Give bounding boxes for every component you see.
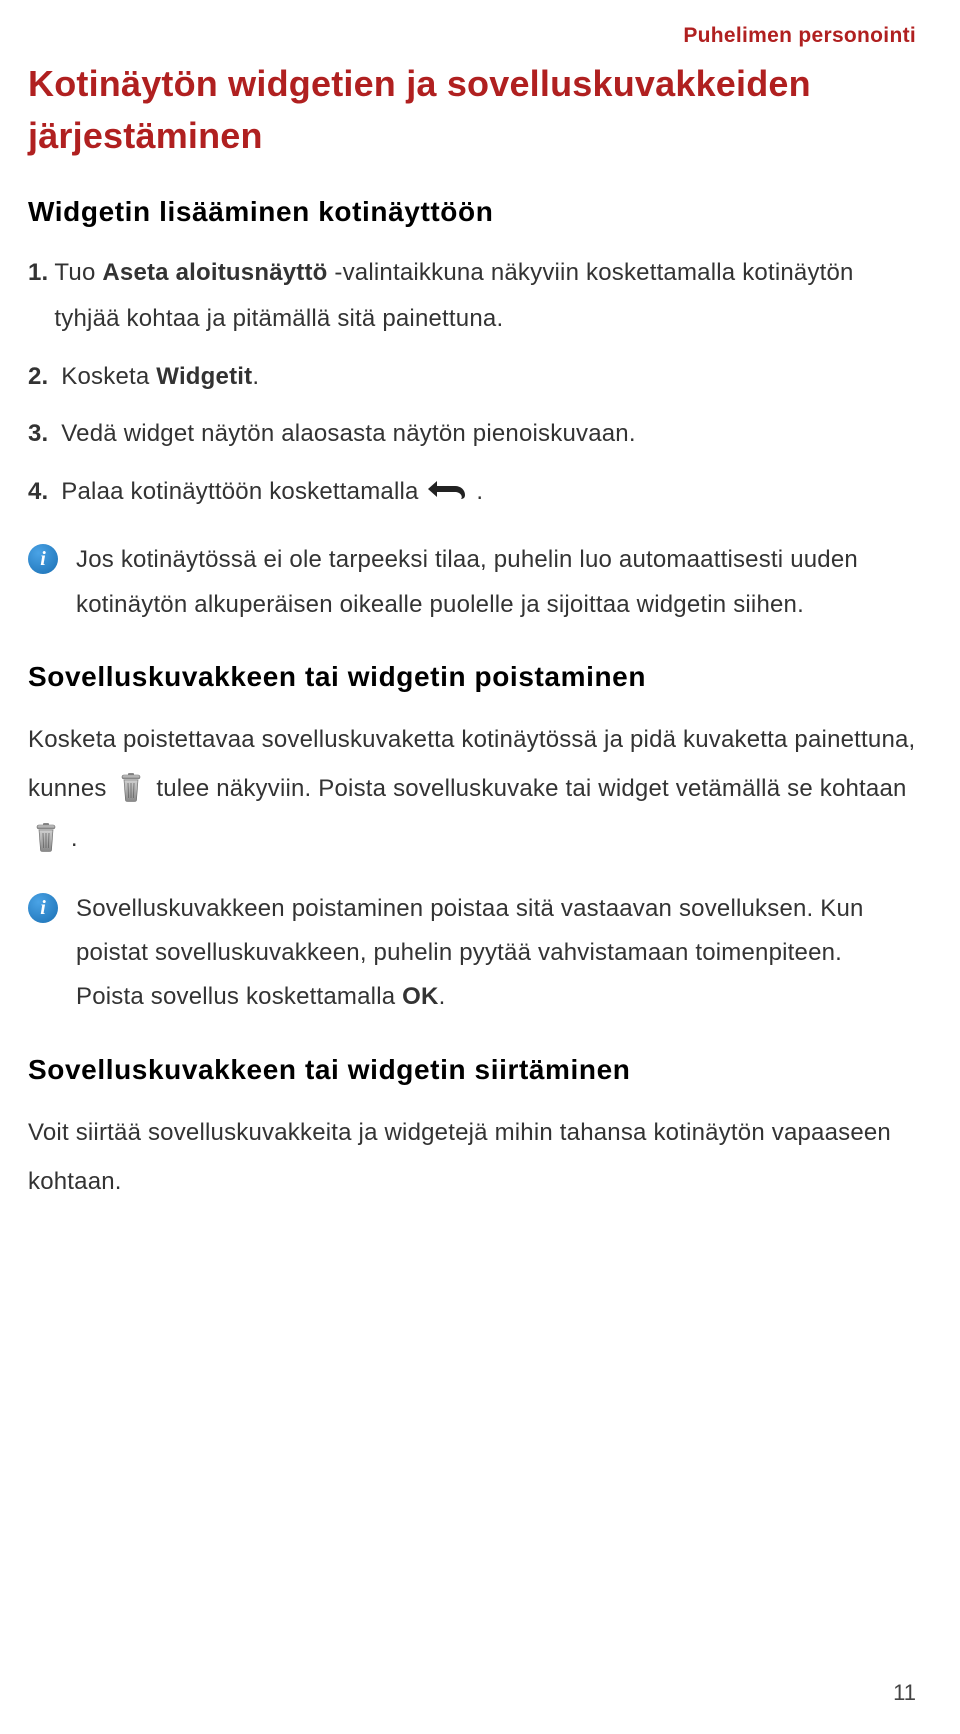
list-number: 1. bbox=[28, 250, 48, 341]
text: . bbox=[439, 983, 446, 1010]
page-title: Kotinäytön widgetien ja sovelluskuvakkei… bbox=[28, 58, 916, 162]
text: Kosketa bbox=[61, 363, 156, 390]
bold-text: Widgetit bbox=[156, 363, 252, 390]
info-icon: i bbox=[28, 893, 58, 923]
info-text: Sovelluskuvakkeen poistaminen poistaa si… bbox=[76, 887, 916, 1020]
list-item: 3. Vedä widget näytön alaosasta näytön p… bbox=[28, 411, 916, 457]
trash-icon bbox=[119, 772, 143, 802]
info-icon: i bbox=[28, 544, 58, 574]
text: Palaa kotinäyttöön koskettamalla bbox=[61, 478, 425, 505]
page: Puhelimen personointi Kotinäytön widgeti… bbox=[0, 0, 960, 1734]
page-number: 11 bbox=[893, 1680, 916, 1706]
text: . bbox=[476, 478, 483, 505]
section-heading-remove: Sovelluskuvakkeen tai widgetin poistamin… bbox=[28, 661, 916, 693]
bold-text: OK bbox=[402, 983, 438, 1010]
text: . bbox=[71, 825, 78, 852]
header-section-label: Puhelimen personointi bbox=[28, 24, 916, 48]
paragraph: Voit siirtää sovelluskuvakkeita ja widge… bbox=[28, 1108, 916, 1206]
ordered-list: 1. Tuo Aseta aloitusnäyttö -valintaikkun… bbox=[28, 250, 916, 514]
info-note: i Sovelluskuvakkeen poistaminen poistaa … bbox=[28, 887, 916, 1020]
text: tulee näkyviin. Poista sovelluskuvake ta… bbox=[156, 775, 906, 802]
paragraph: Kosketa poistettavaa sovelluskuvaketta k… bbox=[28, 715, 916, 863]
info-text: Jos kotinäytössä ei ole tarpeeksi tilaa,… bbox=[76, 538, 916, 627]
text: . bbox=[252, 363, 259, 390]
section-heading-add-widget: Widgetin lisääminen kotinäyttöön bbox=[28, 196, 916, 228]
section-heading-move: Sovelluskuvakkeen tai widgetin siirtämin… bbox=[28, 1054, 916, 1086]
list-item: 2. Kosketa Widgetit. bbox=[28, 354, 916, 400]
list-item: 1. Tuo Aseta aloitusnäyttö -valintaikkun… bbox=[28, 250, 916, 341]
list-text: Tuo Aseta aloitusnäyttö -valintaikkuna n… bbox=[54, 250, 916, 341]
text: Sovelluskuvakkeen poistaminen poistaa si… bbox=[76, 895, 864, 1011]
list-number: 4. bbox=[28, 478, 48, 505]
text: Vedä widget näytön alaosasta näytön pien… bbox=[61, 420, 635, 447]
list-number: 3. bbox=[28, 420, 48, 447]
info-note: i Jos kotinäytössä ei ole tarpeeksi tila… bbox=[28, 538, 916, 627]
list-number: 2. bbox=[28, 363, 48, 390]
bold-text: Aseta aloitusnäyttö bbox=[102, 259, 327, 286]
text: Tuo bbox=[54, 259, 102, 286]
trash-icon bbox=[34, 822, 58, 852]
back-icon bbox=[425, 477, 469, 501]
list-item: 4. Palaa kotinäyttöön koskettamalla . bbox=[28, 469, 916, 515]
